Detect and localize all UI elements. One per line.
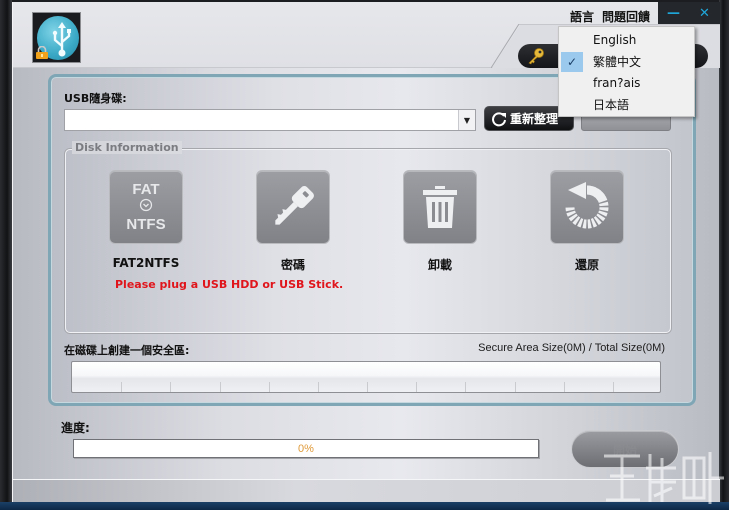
refresh-icon (492, 111, 506, 126)
language-option[interactable]: ✓ 繁體中文 (559, 51, 694, 73)
top-links: 語言 問題回饋 (570, 8, 650, 25)
slider-tick (465, 382, 467, 392)
warning-message: Please plug a USB HDD or USB Stick. (115, 278, 344, 291)
slider-tick (219, 382, 221, 392)
progress-label: 進度: (61, 421, 90, 435)
fat2ntfs-label: FAT2NTFS (112, 256, 180, 270)
slider-tick (514, 382, 516, 392)
slider-tick (612, 382, 614, 392)
language-option-label: 日本語 (593, 97, 630, 112)
language-dropdown-menu: English ✓ 繁體中文 fran?ais 日本語 (558, 26, 695, 117)
usb-symbol-icon (52, 22, 71, 57)
checkmark-icon: ✓ (561, 51, 583, 72)
window-controls: — ✕ (658, 2, 720, 24)
trash-icon (423, 186, 457, 228)
chevron-down-circle-icon (139, 198, 153, 212)
usb-drive-label: USB隨身碟: (64, 92, 127, 105)
language-option-label: 繁體中文 (593, 54, 642, 69)
progress-text: 0% (298, 442, 314, 455)
key-icon (528, 48, 544, 65)
language-option[interactable]: 日本語 (559, 94, 694, 116)
slider-tick (416, 382, 418, 392)
minimize-button[interactable]: — (664, 6, 684, 21)
lock-icon (36, 46, 48, 59)
close-button[interactable]: ✕ (695, 6, 715, 21)
fat-ntfs-convert-icon: FAT NTFS (126, 181, 166, 233)
password-label: 密碼 (280, 258, 305, 272)
slider-tick (367, 382, 368, 392)
password-button[interactable] (256, 170, 330, 244)
slider-tick (170, 382, 172, 392)
main-panel: USB隨身碟: ▼ 重新整理 Disk Information FAT NTFS… (48, 74, 696, 406)
fat2ntfs-button[interactable]: FAT NTFS (109, 170, 183, 244)
slider-tick (121, 382, 123, 392)
dropdown-arrow-icon[interactable]: ▼ (458, 110, 475, 130)
restore-icon (565, 182, 609, 229)
refresh-label: 重新整理 (510, 112, 559, 126)
window-frame-left (0, 0, 12, 510)
restore-label: 還原 (574, 258, 599, 272)
secure-area-size: Secure Area Size(0M) / Total Size(0M) (478, 342, 665, 354)
taskbar-strip (0, 502, 729, 510)
window-frame-right (719, 0, 729, 510)
progress-bar: 0% (73, 439, 539, 458)
language-option[interactable]: fran?ais (559, 72, 694, 94)
footer-bar (13, 479, 720, 502)
restore-button[interactable] (550, 170, 624, 244)
feedback-link[interactable]: 問題回饋 (602, 8, 650, 25)
language-option-label: English (593, 32, 637, 47)
disk-information-group: Disk Information FAT NTFS FAT2NTFS 密碼 卸載… (65, 141, 671, 333)
language-option-label: fran?ais (593, 75, 641, 90)
app-logo (32, 12, 81, 63)
language-option[interactable]: English (559, 29, 694, 51)
key-icon (275, 186, 314, 225)
start-button[interactable]: 開始 (571, 430, 679, 468)
language-menu-button[interactable]: 語言 (570, 8, 594, 25)
secure-area-label: 在磁碟上創建一個安全區: (64, 344, 190, 357)
secure-area-slider[interactable] (71, 361, 661, 393)
usb-drive-select[interactable]: ▼ (64, 109, 476, 131)
start-label: 開始 (612, 442, 637, 457)
slider-tick (268, 382, 270, 392)
slider-tick (563, 382, 565, 392)
uninstall-button[interactable] (403, 170, 477, 244)
disk-information-title: Disk Information (72, 141, 182, 154)
uninstall-label: 卸載 (427, 258, 452, 272)
slider-tick (317, 382, 319, 392)
